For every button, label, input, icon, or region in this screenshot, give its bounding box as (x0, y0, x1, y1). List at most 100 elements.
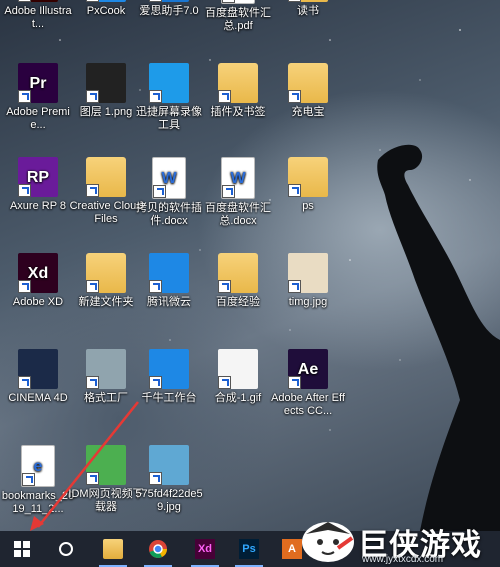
word-doc-icon: W (221, 157, 255, 199)
desktop-icon[interactable]: Pr Adobe Premie... (0, 63, 76, 132)
image-file-icon (149, 445, 189, 485)
desktop-icon[interactable]: 插件及书签 (200, 63, 276, 119)
desktop-icon[interactable]: ps (270, 157, 346, 213)
desktop-icon[interactable]: Xd Adobe XD (0, 253, 76, 309)
shortcut-arrow-icon (218, 376, 231, 389)
desktop-icon[interactable]: W 拷贝的软件插件.docx (131, 157, 207, 228)
premiere-icon: Pr (18, 63, 58, 103)
shortcut-arrow-icon (222, 0, 235, 3)
desktop-icon[interactable]: 充电宝 (270, 63, 346, 119)
shortcut-arrow-icon (288, 184, 301, 197)
desktop-icon-label: 爱思助手7.0 (139, 5, 199, 17)
chrome-button[interactable] (138, 531, 178, 567)
after-effects-icon: Ae (288, 349, 328, 389)
shortcut-arrow-icon (86, 184, 99, 197)
desktop-icon-label: 充电宝 (291, 106, 325, 118)
folder-icon (218, 63, 258, 103)
desktop-icon[interactable]: 迅捷屏幕录像工具 (131, 63, 207, 132)
desktop-icon-label: 百度经验 (216, 296, 260, 308)
desktop-icon[interactable]: CINEMA 4D (0, 349, 76, 405)
shortcut-arrow-icon (288, 0, 301, 2)
silhouette-figure (377, 144, 500, 531)
search-button[interactable] (46, 531, 86, 567)
xd-icon: Xd (18, 253, 58, 293)
shortcut-arrow-icon (288, 280, 301, 293)
desktop-icon-label: 拷贝的软件插件.docx (136, 202, 202, 227)
desktop-icon-label: timg.jpg (288, 296, 328, 308)
folder-icon (288, 63, 328, 103)
desktop-icon[interactable]: 百度经验 (200, 253, 276, 309)
shortcut-arrow-icon (222, 185, 235, 198)
desktop-icon[interactable]: 575fd4f22de59.jpg (131, 445, 207, 514)
screen-recorder-icon (149, 63, 189, 103)
shortcut-arrow-icon (149, 0, 162, 2)
desktop-icon-label: 迅捷屏幕录像工具 (136, 106, 202, 131)
shortcut-arrow-icon (288, 376, 301, 389)
folder-icon (218, 253, 258, 293)
shortcut-arrow-icon (18, 90, 31, 103)
pxcook-icon (86, 0, 126, 2)
shortcut-arrow-icon (18, 280, 31, 293)
image-file-icon (86, 63, 126, 103)
shortcut-arrow-icon (288, 90, 301, 103)
axure-icon: RP (18, 157, 58, 197)
shortcut-arrow-icon (218, 280, 231, 293)
desktop-icon-label: 合成-1.gif (214, 392, 262, 404)
chrome-icon (148, 539, 168, 559)
desktop-icon[interactable]: RP Axure RP 8 (0, 157, 76, 213)
i4-icon (149, 0, 189, 2)
start-button[interactable] (2, 531, 42, 567)
desktop-icon[interactable]: 百度盘软件汇总.pdf (200, 0, 276, 33)
folder-icon (288, 157, 328, 197)
desktop-icon-label: bookmarks_2019_11_2... (1, 490, 75, 515)
desktop-icon[interactable]: 腾讯微云 (131, 253, 207, 309)
folder-icon (103, 539, 123, 559)
desktop-icon[interactable]: 合成-1.gif (200, 349, 276, 405)
desktop-icon-label: 读书 (297, 5, 319, 17)
desktop-icon-label: 575fd4f22de59.jpg (135, 488, 203, 513)
desktop-icon-label: Axure RP 8 (9, 200, 67, 212)
windows-icon (12, 539, 32, 559)
shortcut-arrow-icon (86, 0, 99, 2)
search-circle-icon (56, 539, 76, 559)
photoshop-button[interactable]: Ps (229, 531, 269, 567)
shortcut-arrow-icon (153, 185, 166, 198)
desktop-icon[interactable]: W 百度盘软件汇总.docx (200, 157, 276, 228)
shortcut-arrow-icon (149, 90, 162, 103)
xd-button[interactable]: Xd (185, 531, 225, 567)
shortcut-arrow-icon (86, 376, 99, 389)
xd-icon: Xd (195, 539, 215, 559)
desktop-icon-label: Adobe After Effects CC... (271, 392, 345, 417)
folder-icon (86, 253, 126, 293)
desktop-icon-label: ps (302, 200, 314, 212)
desktop-icon-label: Adobe Premie... (6, 106, 70, 131)
pdf-file-icon (221, 0, 255, 4)
desktop-icon[interactable]: 读书 (270, 0, 346, 18)
desktop-icon[interactable]: Ai Adobe Illustrat... (0, 0, 76, 31)
desktop-icon-label: CINEMA 4D (8, 392, 68, 404)
desktop-icon-label: 百度盘软件汇总.pdf (205, 7, 271, 32)
shortcut-arrow-icon (18, 376, 31, 389)
desktop-icon-label: 百度盘软件汇总.docx (205, 202, 271, 227)
desktop-icon[interactable]: 爱思助手7.0 (131, 0, 207, 18)
creative-cloud-folder-icon (86, 157, 126, 197)
folder-icon (288, 0, 328, 2)
photoshop-icon: Ps (239, 539, 259, 559)
desktop-icon[interactable]: Ae Adobe After Effects CC... (270, 349, 346, 418)
shortcut-arrow-icon (218, 90, 231, 103)
desktop-icon[interactable]: e bookmarks_2019_11_2... (0, 445, 76, 516)
image-file-icon (288, 253, 328, 293)
desktop-icon[interactable]: timg.jpg (270, 253, 346, 309)
file-explorer-button[interactable] (93, 531, 133, 567)
desktop-icon[interactable]: 千牛工作台 (131, 349, 207, 405)
gif-file-icon (218, 349, 258, 389)
desktop-icon-label: Adobe Illustrat... (4, 5, 72, 30)
idm-icon (86, 445, 126, 485)
watermark-url: www.jyxtxcdx.com (362, 554, 444, 565)
ie-html-icon: e (21, 445, 55, 487)
cinema4d-icon (18, 349, 58, 389)
shortcut-arrow-icon (22, 473, 35, 486)
shortcut-arrow-icon (86, 90, 99, 103)
qianniu-icon (149, 349, 189, 389)
format-factory-icon (86, 349, 126, 389)
